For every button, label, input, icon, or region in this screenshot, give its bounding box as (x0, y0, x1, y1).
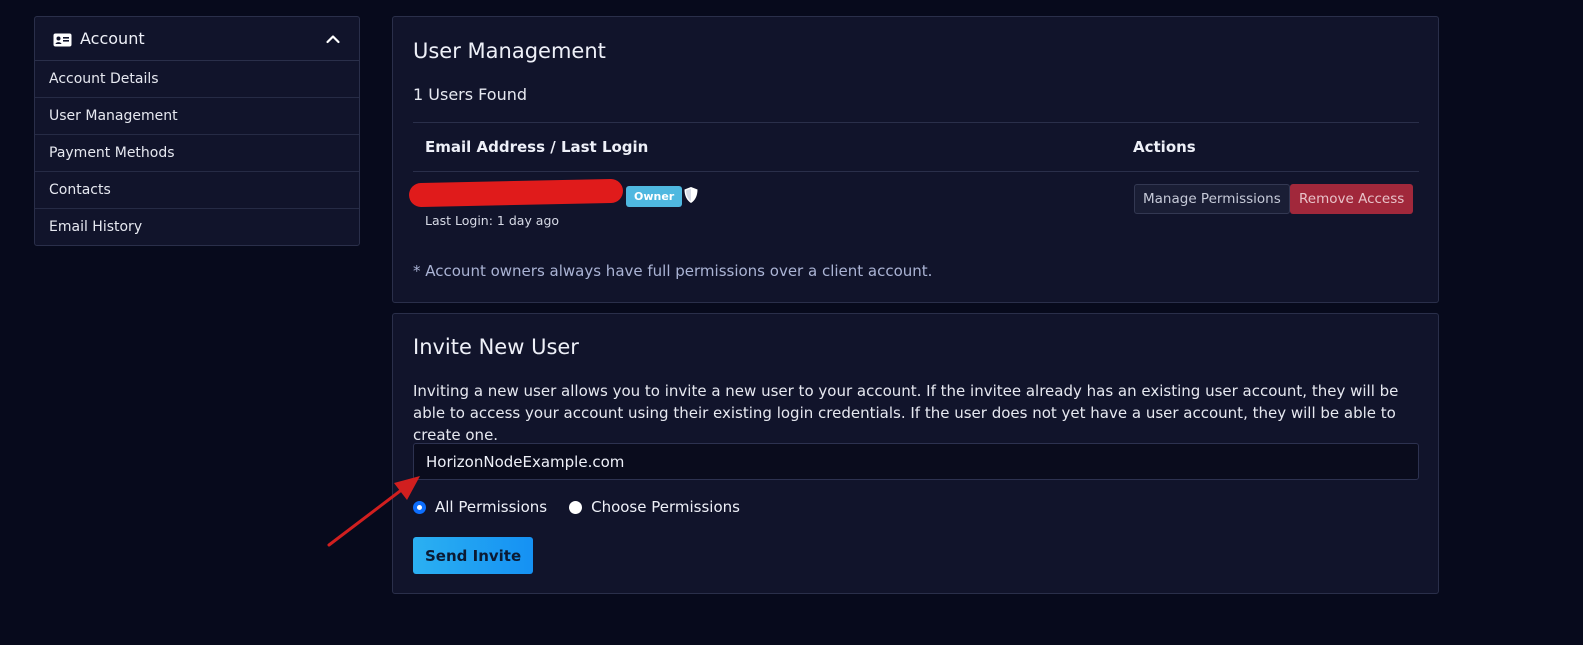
invite-email-input[interactable] (413, 443, 1419, 480)
users-table: Email Address / Last Login Actions Owner… (408, 122, 1419, 242)
invite-description: Inviting a new user allows you to invite… (413, 382, 1399, 444)
shield-icon (683, 186, 699, 204)
table-header: Email Address / Last Login Actions (413, 122, 1419, 172)
owner-badge: Owner (626, 186, 683, 207)
sidebar-item-account-details[interactable]: Account Details (35, 61, 359, 98)
id-card-icon (53, 32, 72, 46)
sidebar-title: Account (80, 29, 145, 48)
page: Account Account Details User Management … (0, 0, 1583, 645)
last-login-text: Last Login: 1 day ago (425, 213, 560, 228)
invite-user-panel: Invite New User Inviting a new user allo… (392, 313, 1439, 594)
column-header-actions: Actions (1133, 138, 1196, 156)
invite-title: Invite New User (413, 335, 579, 359)
permissions-radio-group: All Permissions Choose Permissions (413, 498, 762, 516)
radio-choose-permissions-label[interactable]: Choose Permissions (591, 498, 740, 516)
send-invite-button[interactable]: Send Invite (413, 537, 534, 574)
sidebar-item-payment-methods[interactable]: Payment Methods (35, 135, 359, 172)
owner-permissions-note: * Account owners always have full permis… (413, 262, 933, 280)
sidebar-item-user-management[interactable]: User Management (35, 98, 359, 135)
redacted-email (408, 178, 624, 208)
manage-permissions-button[interactable]: Manage Permissions (1134, 184, 1290, 214)
sidebar-item-contacts[interactable]: Contacts (35, 172, 359, 209)
annotation-arrow-icon (327, 476, 420, 547)
radio-choose-permissions[interactable] (569, 500, 583, 514)
remove-access-button[interactable]: Remove Access (1290, 184, 1414, 214)
radio-all-permissions-label[interactable]: All Permissions (435, 498, 547, 516)
account-sidebar: Account Account Details User Management … (34, 16, 360, 246)
table-row: Owner Last Login: 1 day ago Manage Permi… (408, 172, 1419, 242)
users-found-count: 1 Users Found (413, 85, 528, 104)
chevron-up-icon[interactable] (325, 31, 341, 47)
sidebar-item-email-history[interactable]: Email History (35, 209, 359, 245)
user-management-title: User Management (413, 39, 606, 63)
column-header-email: Email Address / Last Login (425, 138, 649, 156)
user-management-panel: User Management 1 Users Found Email Addr… (392, 16, 1439, 303)
sidebar-header-account[interactable]: Account (35, 17, 359, 61)
